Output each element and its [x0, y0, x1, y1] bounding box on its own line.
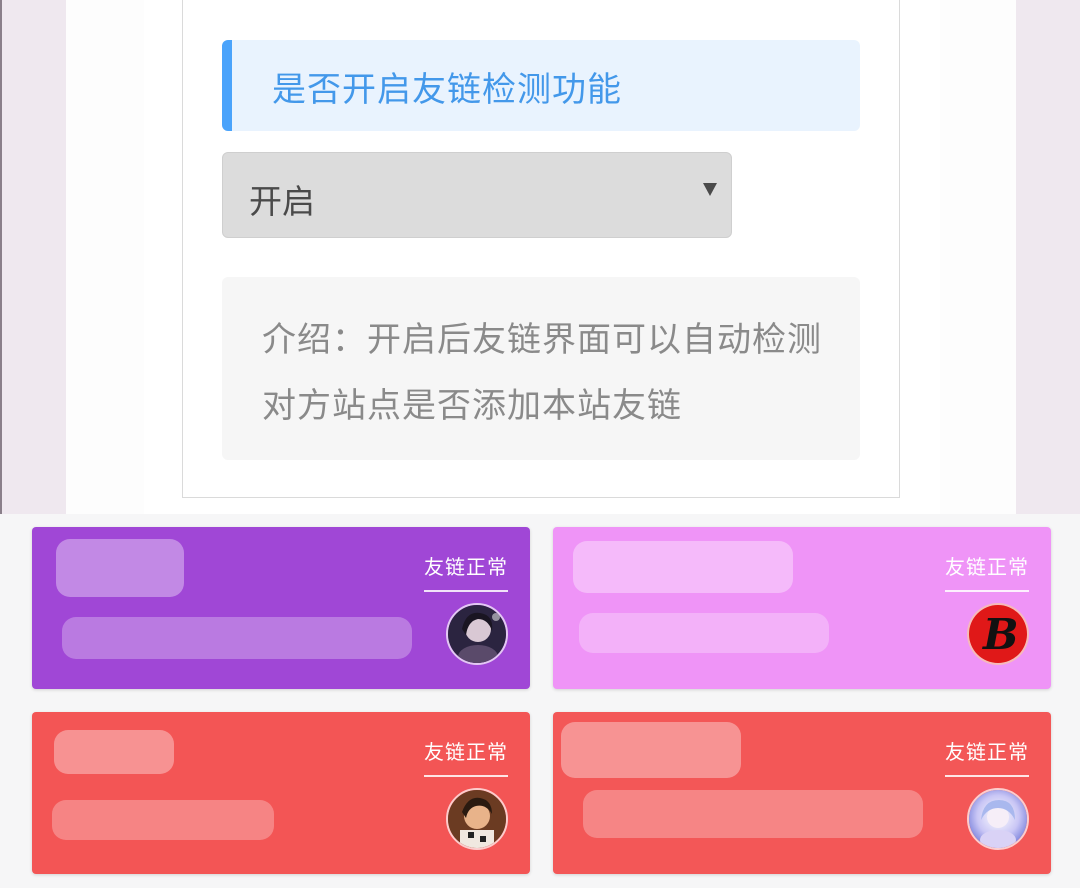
setting-title-bar: 是否开启友链检测功能: [222, 40, 860, 131]
setting-description-box: 介绍：开启后友链界面可以自动检测对方站点是否添加本站友链: [222, 277, 860, 460]
link-check-select[interactable]: 开启: [222, 152, 732, 238]
friend-link-card[interactable]: 友链正常: [553, 712, 1051, 874]
link-status-label: 友链正常: [424, 736, 508, 777]
friend-link-card[interactable]: 友链正常 B: [553, 527, 1051, 689]
blurred-site-name: [54, 730, 174, 774]
settings-screenshot: 是否开启友链检测功能 开启 介绍：开启后友链界面可以自动检测对方站点是否添加本站…: [0, 0, 1080, 514]
link-status-label: 友链正常: [424, 551, 508, 592]
person-photo-icon: [446, 603, 508, 665]
blurred-site-name: [561, 722, 741, 778]
blurred-site-name: [573, 541, 793, 593]
link-status-label: 友链正常: [945, 551, 1029, 592]
blurred-site-name: [56, 539, 184, 597]
blurred-site-description: [579, 613, 829, 653]
friend-link-card[interactable]: 友链正常: [32, 712, 530, 874]
window-edge: [0, 0, 2, 514]
letter-b-icon: B: [967, 603, 1029, 665]
dropdown-arrow-icon: [703, 183, 717, 196]
blurred-site-description: [62, 617, 412, 659]
anime-character-icon: [967, 788, 1029, 850]
select-value: 开启: [249, 182, 315, 221]
friend-link-card[interactable]: 友链正常: [32, 527, 530, 689]
setting-title: 是否开启友链检测功能: [272, 70, 622, 110]
blurred-site-description: [52, 800, 274, 840]
avatar-letter: B: [983, 610, 1019, 659]
blurred-site-description: [583, 790, 923, 838]
friend-links-grid: 友链正常 友链正常 B 友链正常 友链正常: [0, 514, 1080, 888]
link-status-label: 友链正常: [945, 736, 1029, 777]
person-photo-icon: [446, 788, 508, 850]
setting-description: 介绍：开启后友链界面可以自动检测对方站点是否添加本站友链: [262, 320, 822, 426]
